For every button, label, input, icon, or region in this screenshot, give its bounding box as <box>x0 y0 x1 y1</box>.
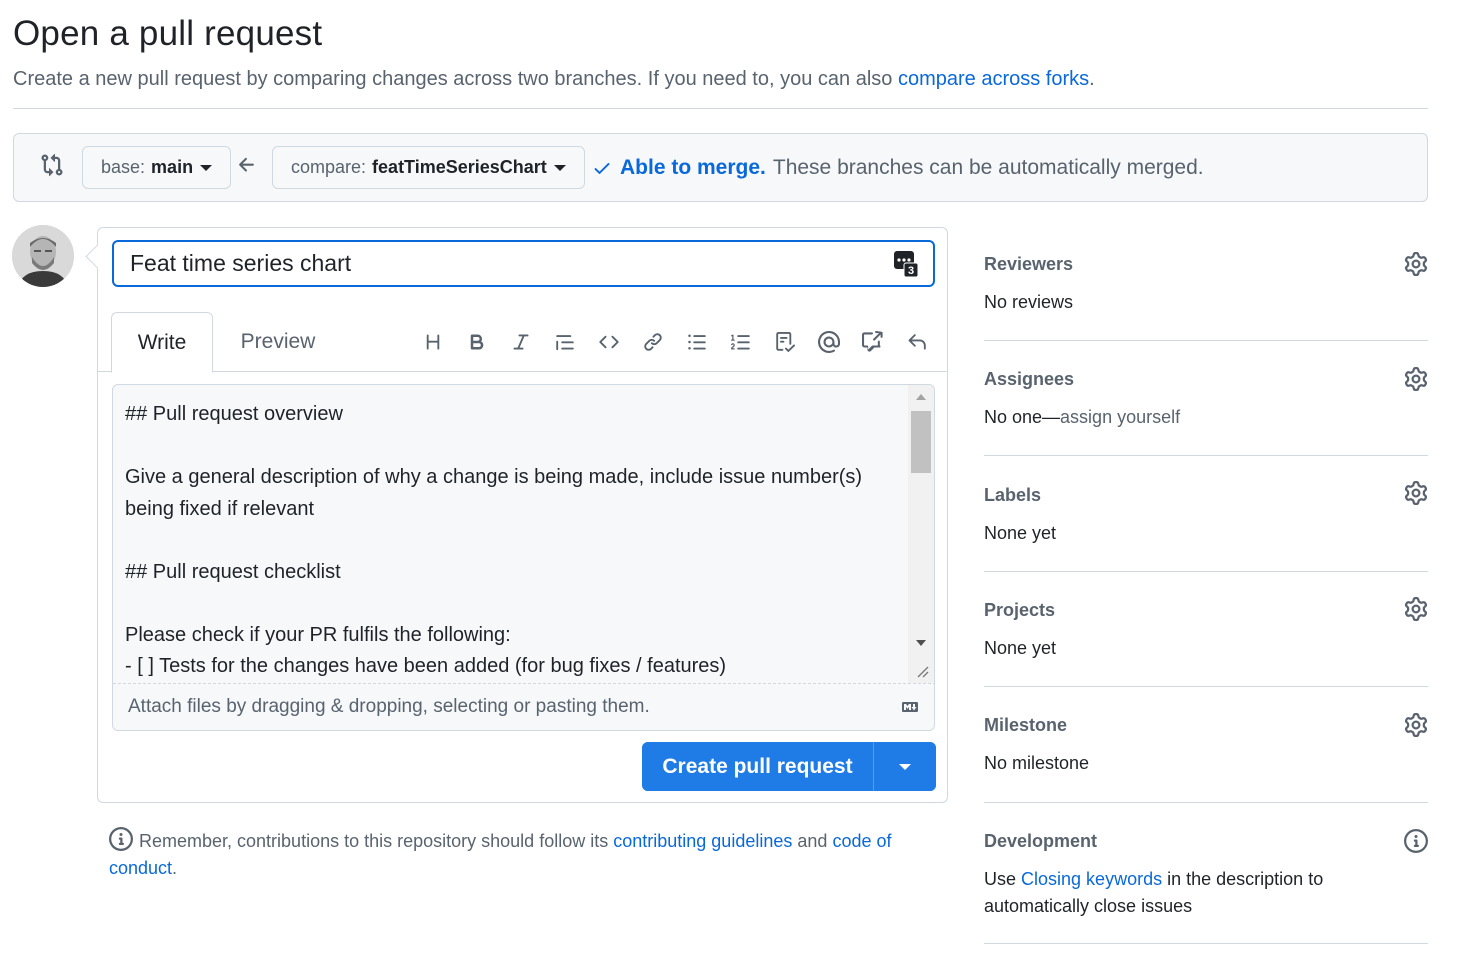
subtitle-text: Create a new pull request by comparing c… <box>13 68 893 90</box>
sidebar-assignees: Assignees No one—assign yourself <box>984 341 1428 456</box>
italic-icon[interactable] <box>499 320 543 364</box>
compare-value: featTimeSeriesChart <box>372 157 547 177</box>
unordered-list-icon[interactable] <box>675 320 719 364</box>
bold-icon[interactable] <box>455 320 499 364</box>
sidebar-projects: Projects None yet <box>984 572 1428 687</box>
projects-heading[interactable]: Projects <box>984 600 1055 621</box>
check-icon <box>592 158 612 178</box>
base-value: main <box>151 157 194 177</box>
create-pull-request-button-group: Create pull request <box>642 742 936 791</box>
gear-icon[interactable] <box>1404 597 1428 621</box>
sidebar-milestone: Milestone No milestone <box>984 687 1428 803</box>
compare-label: compare: <box>291 157 367 177</box>
contribution-note: Remember, contributions to this reposito… <box>109 827 939 882</box>
reviewers-value: No reviews <box>984 292 1074 312</box>
compare-branch-select[interactable]: compare: featTimeSeriesChart <box>272 146 585 189</box>
development-text: Use Closing keywords in the description … <box>984 866 1344 920</box>
create-options-dropdown[interactable] <box>874 742 936 791</box>
pull-request-form: 3 Write Preview ## Pull request overview… <box>97 227 948 803</box>
gear-icon[interactable] <box>1404 481 1428 505</box>
ordered-list-icon[interactable] <box>719 320 763 364</box>
base-branch-select[interactable]: base: main <box>82 146 232 189</box>
chevron-down-icon <box>899 763 911 770</box>
reference-icon[interactable] <box>851 320 895 364</box>
development-heading: Development <box>984 831 1098 851</box>
milestone-value: No milestone <box>984 753 1090 773</box>
contributing-guidelines-link[interactable]: contributing guidelines <box>613 831 792 851</box>
labels-heading[interactable]: Labels <box>984 485 1041 506</box>
sidebar-development: Development Use Closing keywords in the … <box>984 803 1428 944</box>
create-pull-request-button[interactable]: Create pull request <box>642 742 874 791</box>
saved-replies-icon[interactable]: 3 <box>893 250 919 278</box>
markdown-toolbar <box>411 312 939 372</box>
scroll-up-arrow-icon[interactable] <box>916 394 926 400</box>
chevron-down-icon <box>200 164 213 171</box>
merge-status-label: Able to merge. <box>620 156 766 179</box>
undo-icon[interactable] <box>895 320 939 364</box>
milestone-heading[interactable]: Milestone <box>984 715 1067 736</box>
scroll-down-arrow-icon[interactable] <box>916 640 926 646</box>
git-compare-icon <box>40 153 64 177</box>
merge-status-detail: These branches can be automatically merg… <box>772 156 1204 179</box>
branch-range-bar: base: main compare: featTimeSeriesChart Ab… <box>13 133 1428 202</box>
pull-request-body-text[interactable]: ## Pull request overview Give a general … <box>125 399 905 683</box>
markdown-icon[interactable] <box>898 699 922 715</box>
subtitle-period: . <box>1089 68 1095 90</box>
info-icon <box>109 827 133 851</box>
assignees-heading[interactable]: Assignees <box>984 369 1074 390</box>
tab-preview[interactable]: Preview <box>223 312 333 372</box>
closing-keywords-link[interactable]: Closing keywords <box>1021 869 1162 889</box>
resize-grip-icon[interactable] <box>916 665 930 679</box>
tab-write[interactable]: Write <box>111 312 213 373</box>
saved-replies-count: 3 <box>908 265 914 277</box>
note-text-start: Remember, contributions to this reposito… <box>139 831 609 851</box>
info-icon[interactable] <box>1404 829 1428 853</box>
gear-icon[interactable] <box>1404 713 1428 737</box>
labels-value: None yet <box>984 523 1057 543</box>
assign-yourself-link[interactable]: assign yourself <box>1060 407 1180 427</box>
note-text-and: and <box>797 831 828 851</box>
reviewers-heading[interactable]: Reviewers <box>984 254 1073 275</box>
header-divider <box>13 108 1428 109</box>
merge-status: Able to merge. These branches can be aut… <box>592 156 1204 180</box>
editor-scrollbar[interactable] <box>908 385 934 683</box>
page-subtitle: Create a new pull request by comparing c… <box>13 68 1095 91</box>
chevron-down-icon <box>553 164 566 171</box>
code-icon[interactable] <box>587 320 631 364</box>
assignees-none: No one— <box>984 407 1061 427</box>
mention-icon[interactable] <box>807 320 851 364</box>
assignees-value: No one—assign yourself <box>984 404 1180 431</box>
note-period: . <box>172 858 178 878</box>
development-text-start: Use <box>984 869 1017 889</box>
scrollbar-thumb[interactable] <box>911 411 931 473</box>
gear-icon[interactable] <box>1404 252 1428 276</box>
sidebar-labels: Labels None yet <box>984 456 1428 572</box>
link-icon[interactable] <box>631 320 675 364</box>
compare-across-forks-link[interactable]: compare across forks <box>898 68 1089 90</box>
sidebar-reviewers: Reviewers No reviews <box>984 225 1428 341</box>
attach-files-bar[interactable]: Attach files by dragging & dropping, sel… <box>113 683 934 730</box>
base-label: base: <box>101 157 146 177</box>
arrow-left-icon <box>236 154 258 176</box>
quote-icon[interactable] <box>543 320 587 364</box>
pull-request-body-editor[interactable]: ## Pull request overview Give a general … <box>112 384 935 731</box>
pull-request-title-input[interactable] <box>112 240 935 287</box>
gear-icon[interactable] <box>1404 367 1428 391</box>
heading-icon[interactable] <box>411 320 455 364</box>
attach-files-hint: Attach files by dragging & dropping, sel… <box>128 696 650 717</box>
editor-tabs: Write Preview <box>98 312 947 373</box>
avatar[interactable] <box>12 225 74 287</box>
sidebar: Reviewers No reviews Assignees No one—as… <box>984 225 1428 944</box>
projects-value: None yet <box>984 638 1057 658</box>
task-list-icon[interactable] <box>763 320 807 364</box>
page-title: Open a pull request <box>13 14 323 53</box>
